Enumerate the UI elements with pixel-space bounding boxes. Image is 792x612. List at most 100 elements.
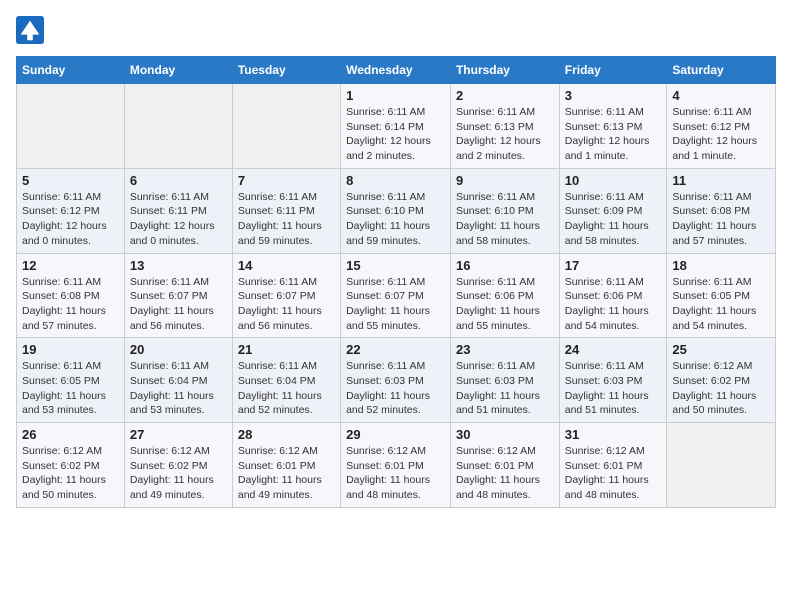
week-row-4: 19 Sunrise: 6:11 AM Sunset: 6:05 PM Dayli… [17,338,776,423]
calendar-cell: 18Sunrise: 6:11 AM Sunset: 6:05 PM Dayli… [667,253,776,338]
calendar-cell: 2Sunrise: 6:11 AM Sunset: 6:13 PM Daylig… [450,84,559,169]
calendar-cell: 14 Sunrise: 6:11 AM Sunset: 6:07 PM Dayli… [232,253,340,338]
calendar-cell: 3 Sunrise: 6:11 AM Sunset: 6:13 PM Daylig… [559,84,667,169]
day-info: Sunrise: 6:11 AM Sunset: 6:06 PM Dayligh… [565,275,662,334]
day-info: Sunrise: 6:11 AM Sunset: 6:04 PM Dayligh… [130,359,227,418]
calendar-cell [667,423,776,508]
day-number: 5 [22,173,119,188]
day-info: Sunrise: 6:11 AM Sunset: 6:14 PM Dayligh… [346,105,445,164]
day-info: Sunrise: 6:12 AM Sunset: 6:01 PM Dayligh… [346,444,445,503]
day-info: Sunrise: 6:11 AM Sunset: 6:10 PM Dayligh… [456,190,554,249]
calendar-cell: 9Sunrise: 6:11 AM Sunset: 6:10 PM Daylig… [450,168,559,253]
day-info: Sunrise: 6:11 AM Sunset: 6:12 PM Dayligh… [672,105,770,164]
day-number: 25 [672,342,770,357]
day-info: Sunrise: 6:11 AM Sunset: 6:09 PM Dayligh… [565,190,662,249]
day-number: 17 [565,258,662,273]
week-row-5: 26Sunrise: 6:12 AM Sunset: 6:02 PM Dayli… [17,423,776,508]
day-info: Sunrise: 6:11 AM Sunset: 6:03 PM Dayligh… [456,359,554,418]
day-info: Sunrise: 6:11 AM Sunset: 6:11 PM Dayligh… [238,190,335,249]
calendar-cell: 20 Sunrise: 6:11 AM Sunset: 6:04 PM Dayli… [124,338,232,423]
day-number: 12 [22,258,119,273]
calendar-header: SundayMondayTuesdayWednesdayThursdayFrid… [17,57,776,84]
day-info: Sunrise: 6:11 AM Sunset: 6:05 PM Dayligh… [22,359,119,418]
day-number: 16 [456,258,554,273]
calendar-cell: 25 Sunrise: 6:12 AM Sunset: 6:02 PM Dayli… [667,338,776,423]
day-info: Sunrise: 6:11 AM Sunset: 6:06 PM Dayligh… [456,275,554,334]
day-number: 14 [238,258,335,273]
logo-icon [16,16,44,44]
day-number: 3 [565,88,662,103]
week-row-1: 1 Sunrise: 6:11 AM Sunset: 6:14 PM Daylig… [17,84,776,169]
day-number: 15 [346,258,445,273]
day-number: 29 [346,427,445,442]
day-info: Sunrise: 6:11 AM Sunset: 6:10 PM Dayligh… [346,190,445,249]
header-day-sunday: Sunday [17,57,125,84]
day-number: 13 [130,258,227,273]
calendar-cell: 4 Sunrise: 6:11 AM Sunset: 6:12 PM Daylig… [667,84,776,169]
calendar-cell: 15 Sunrise: 6:11 AM Sunset: 6:07 PM Dayli… [341,253,451,338]
day-info: Sunrise: 6:11 AM Sunset: 6:07 PM Dayligh… [238,275,335,334]
calendar-cell: 26Sunrise: 6:12 AM Sunset: 6:02 PM Dayli… [17,423,125,508]
day-info: Sunrise: 6:11 AM Sunset: 6:05 PM Dayligh… [672,275,770,334]
calendar-cell: 28 Sunrise: 6:12 AM Sunset: 6:01 PM Dayli… [232,423,340,508]
header-day-saturday: Saturday [667,57,776,84]
day-info: Sunrise: 6:11 AM Sunset: 6:12 PM Dayligh… [22,190,119,249]
header-day-friday: Friday [559,57,667,84]
page-header [16,16,776,44]
header-row: SundayMondayTuesdayWednesdayThursdayFrid… [17,57,776,84]
day-number: 20 [130,342,227,357]
calendar-cell: 16 Sunrise: 6:11 AM Sunset: 6:06 PM Dayli… [450,253,559,338]
day-number: 21 [238,342,335,357]
day-number: 22 [346,342,445,357]
calendar-body: 1 Sunrise: 6:11 AM Sunset: 6:14 PM Daylig… [17,84,776,508]
header-day-wednesday: Wednesday [341,57,451,84]
day-info: Sunrise: 6:11 AM Sunset: 6:13 PM Dayligh… [565,105,662,164]
day-number: 28 [238,427,335,442]
calendar-cell: 13 Sunrise: 6:11 AM Sunset: 6:07 PM Dayli… [124,253,232,338]
calendar-cell: 23 Sunrise: 6:11 AM Sunset: 6:03 PM Dayli… [450,338,559,423]
day-number: 30 [456,427,554,442]
calendar-table: SundayMondayTuesdayWednesdayThursdayFrid… [16,56,776,508]
calendar-cell: 11Sunrise: 6:11 AM Sunset: 6:08 PM Dayli… [667,168,776,253]
calendar-cell: 29 Sunrise: 6:12 AM Sunset: 6:01 PM Dayli… [341,423,451,508]
day-number: 27 [130,427,227,442]
calendar-cell: 31Sunrise: 6:12 AM Sunset: 6:01 PM Dayli… [559,423,667,508]
calendar-cell: 1 Sunrise: 6:11 AM Sunset: 6:14 PM Daylig… [341,84,451,169]
week-row-2: 5 Sunrise: 6:11 AM Sunset: 6:12 PM Daylig… [17,168,776,253]
day-info: Sunrise: 6:11 AM Sunset: 6:07 PM Dayligh… [130,275,227,334]
calendar-cell: 22Sunrise: 6:11 AM Sunset: 6:03 PM Dayli… [341,338,451,423]
calendar-cell: 6Sunrise: 6:11 AM Sunset: 6:11 PM Daylig… [124,168,232,253]
day-number: 24 [565,342,662,357]
day-number: 31 [565,427,662,442]
day-number: 1 [346,88,445,103]
logo [16,16,46,44]
day-number: 11 [672,173,770,188]
calendar-cell: 24Sunrise: 6:11 AM Sunset: 6:03 PM Dayli… [559,338,667,423]
day-info: Sunrise: 6:12 AM Sunset: 6:01 PM Dayligh… [456,444,554,503]
day-info: Sunrise: 6:12 AM Sunset: 6:02 PM Dayligh… [672,359,770,418]
calendar-cell: 27 Sunrise: 6:12 AM Sunset: 6:02 PM Dayli… [124,423,232,508]
week-row-3: 12Sunrise: 6:11 AM Sunset: 6:08 PM Dayli… [17,253,776,338]
header-day-tuesday: Tuesday [232,57,340,84]
calendar-cell [124,84,232,169]
calendar-cell: 19 Sunrise: 6:11 AM Sunset: 6:05 PM Dayli… [17,338,125,423]
day-number: 19 [22,342,119,357]
day-number: 23 [456,342,554,357]
day-number: 4 [672,88,770,103]
day-info: Sunrise: 6:12 AM Sunset: 6:02 PM Dayligh… [130,444,227,503]
calendar-cell: 17 Sunrise: 6:11 AM Sunset: 6:06 PM Dayli… [559,253,667,338]
calendar-cell [17,84,125,169]
day-info: Sunrise: 6:11 AM Sunset: 6:11 PM Dayligh… [130,190,227,249]
calendar-cell: 5 Sunrise: 6:11 AM Sunset: 6:12 PM Daylig… [17,168,125,253]
day-info: Sunrise: 6:12 AM Sunset: 6:02 PM Dayligh… [22,444,119,503]
day-info: Sunrise: 6:11 AM Sunset: 6:04 PM Dayligh… [238,359,335,418]
day-info: Sunrise: 6:11 AM Sunset: 6:07 PM Dayligh… [346,275,445,334]
day-number: 2 [456,88,554,103]
calendar-cell: 8Sunrise: 6:11 AM Sunset: 6:10 PM Daylig… [341,168,451,253]
calendar-cell [232,84,340,169]
header-day-thursday: Thursday [450,57,559,84]
calendar-cell: 12Sunrise: 6:11 AM Sunset: 6:08 PM Dayli… [17,253,125,338]
calendar-cell: 10Sunrise: 6:11 AM Sunset: 6:09 PM Dayli… [559,168,667,253]
calendar-cell: 21 Sunrise: 6:11 AM Sunset: 6:04 PM Dayli… [232,338,340,423]
day-info: Sunrise: 6:12 AM Sunset: 6:01 PM Dayligh… [238,444,335,503]
